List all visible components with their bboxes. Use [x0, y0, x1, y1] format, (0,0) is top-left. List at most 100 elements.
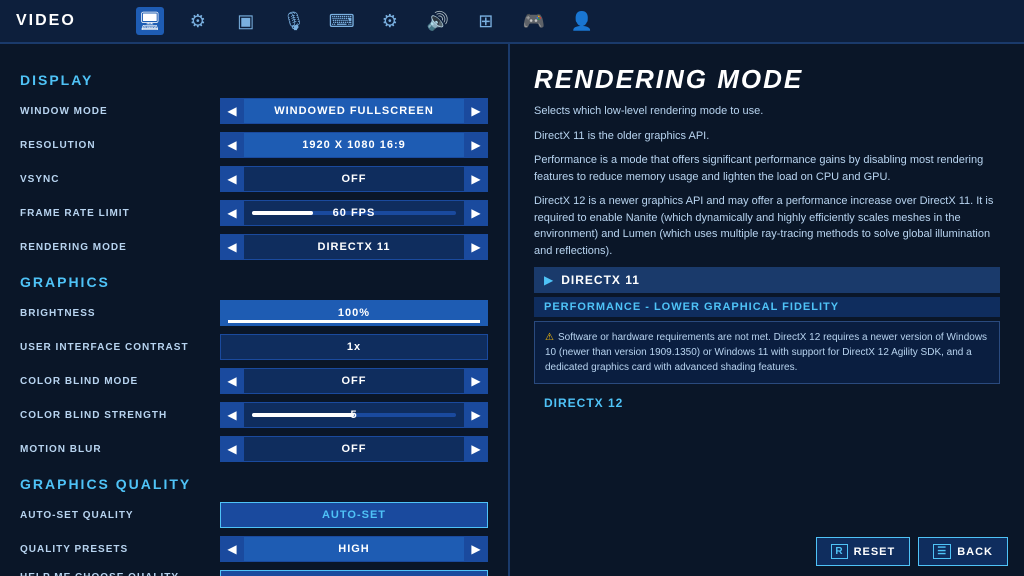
brightness-value: 100% — [338, 307, 370, 319]
window-mode-control: ◀ WINDOWED FULLSCREEN ▶ — [220, 98, 488, 124]
performance-sub-label: PERFORMANCE - LOWER GRAPHICAL FIDELITY — [534, 297, 1000, 317]
render-desc1: Selects which low-level rendering mode t… — [534, 103, 1000, 120]
window-mode-label: WINDOW MODE — [20, 106, 220, 117]
display-section-title: DISPLAY — [20, 72, 488, 88]
quality-section-title: GRAPHICS QUALITY — [20, 476, 488, 492]
resolution-label: RESOLUTION — [20, 140, 220, 151]
warning-icon: ⚠ — [545, 332, 554, 343]
ui-contrast-row: USER INTERFACE CONTRAST 1x — [20, 332, 488, 362]
reset-button[interactable]: R RESET — [816, 537, 910, 566]
render-desc4: DirectX 12 is a newer graphics API and m… — [534, 193, 1000, 259]
graphics-section-title: GRAPHICS — [20, 274, 488, 290]
directx11-arrow-icon: ▶ — [544, 273, 553, 287]
nav-icon-mic[interactable]: 🎙 — [280, 7, 308, 35]
render-desc3: Performance is a mode that offers signif… — [534, 152, 1000, 185]
window-mode-arrow-control: ◀ WINDOWED FULLSCREEN ▶ — [220, 98, 488, 124]
reset-label: RESET — [854, 546, 896, 558]
directx11-option[interactable]: ▶ DIRECTX 11 — [534, 267, 1000, 293]
motion-blur-label: MOTION BLUR — [20, 444, 220, 455]
resolution-control: ◀ 1920 X 1080 16:9 ▶ — [220, 132, 488, 158]
resolution-row: RESOLUTION ◀ 1920 X 1080 16:9 ▶ — [20, 130, 488, 160]
brightness-track — [228, 320, 480, 323]
quality-presets-next[interactable]: ▶ — [464, 536, 488, 562]
vsync-prev[interactable]: ◀ — [220, 166, 244, 192]
brightness-control: 100% — [220, 300, 488, 326]
help-choose-row: HELP ME CHOOSE QUALITY SETTINGS OPEN WEB… — [20, 568, 488, 576]
back-button[interactable]: ☰ BACK — [918, 537, 1008, 566]
frame-rate-next[interactable]: ▶ — [464, 200, 488, 226]
quality-presets-arrow: ◀ HIGH ▶ — [220, 536, 488, 562]
ui-contrast-value-display[interactable]: 1x — [220, 334, 488, 360]
resolution-prev[interactable]: ◀ — [220, 132, 244, 158]
colorblind-strength-label: COLOR BLIND STRENGTH — [20, 410, 220, 421]
colorblind-mode-value: OFF — [244, 368, 464, 394]
colorblind-strength-next[interactable]: ▶ — [464, 402, 488, 428]
vsync-value: OFF — [244, 166, 464, 192]
auto-set-row: AUTO-SET QUALITY AUTO-SET — [20, 500, 488, 530]
resolution-next[interactable]: ▶ — [464, 132, 488, 158]
brightness-label: BRIGHTNESS — [20, 308, 220, 319]
brightness-fill — [228, 320, 480, 323]
vsync-label: VSYNC — [20, 174, 220, 185]
frame-rate-label: FRAME RATE LIMIT — [20, 208, 220, 219]
vsync-next[interactable]: ▶ — [464, 166, 488, 192]
vsync-control: ◀ OFF ▶ — [220, 166, 488, 192]
nav-icon-profile[interactable]: 👤 — [568, 7, 596, 35]
frame-rate-row: FRAME RATE LIMIT ◀ 60 FPS ▶ — [20, 198, 488, 228]
main-layout: DISPLAY WINDOW MODE ◀ WINDOWED FULLSCREE… — [0, 44, 1024, 576]
left-panel: DISPLAY WINDOW MODE ◀ WINDOWED FULLSCREE… — [0, 44, 510, 576]
quality-presets-label: QUALITY PRESETS — [20, 544, 220, 555]
nav-icon-speaker[interactable]: 🔊 — [424, 7, 452, 35]
frame-rate-prev[interactable]: ◀ — [220, 200, 244, 226]
auto-set-label: AUTO-SET QUALITY — [20, 510, 220, 521]
open-website-button[interactable]: OPEN WEBSITE — [220, 570, 488, 576]
nav-icon-gamepad[interactable]: 🎮 — [520, 7, 548, 35]
ui-contrast-label: USER INTERFACE CONTRAST — [20, 342, 220, 353]
reset-icon: R — [831, 544, 847, 559]
auto-set-button[interactable]: AUTO-SET — [220, 502, 488, 528]
quality-presets-row: QUALITY PRESETS ◀ HIGH ▶ — [20, 534, 488, 564]
render-desc2: DirectX 11 is the older graphics API. — [534, 128, 1000, 145]
colorblind-strength-control: ◀ 5 ▶ — [220, 402, 488, 428]
page-title: VIDEO — [16, 12, 76, 30]
nav-icon-gear[interactable]: ⚙ — [184, 7, 212, 35]
nav-icon-monitor[interactable]: 🖥 — [136, 7, 164, 35]
colorblind-strength-prev[interactable]: ◀ — [220, 402, 244, 428]
vsync-row: VSYNC ◀ OFF ▶ — [20, 164, 488, 194]
right-panel: RENDERING MODE Selects which low-level r… — [510, 44, 1024, 576]
colorblind-strength-row: COLOR BLIND STRENGTH ◀ 5 ▶ — [20, 400, 488, 430]
motion-blur-control: ◀ OFF ▶ — [220, 436, 488, 462]
motion-blur-row: MOTION BLUR ◀ OFF ▶ — [20, 434, 488, 464]
quality-presets-control: ◀ HIGH ▶ — [220, 536, 488, 562]
colorblind-mode-row: COLOR BLIND MODE ◀ OFF ▶ — [20, 366, 488, 396]
colorblind-strength-slider: ◀ 5 ▶ — [220, 402, 488, 428]
colorblind-mode-label: COLOR BLIND MODE — [20, 376, 220, 387]
frame-rate-value: 60 FPS — [244, 207, 464, 219]
brightness-slider[interactable]: 100% — [220, 300, 488, 326]
colorblind-mode-prev[interactable]: ◀ — [220, 368, 244, 394]
resolution-value: 1920 X 1080 16:9 — [244, 132, 464, 158]
help-choose-label: HELP ME CHOOSE QUALITY SETTINGS — [20, 572, 220, 576]
quality-presets-value: HIGH — [244, 536, 464, 562]
rendering-mode-prev[interactable]: ◀ — [220, 234, 244, 260]
window-mode-row: WINDOW MODE ◀ WINDOWED FULLSCREEN ▶ — [20, 96, 488, 126]
rendering-mode-next[interactable]: ▶ — [464, 234, 488, 260]
colorblind-mode-next[interactable]: ▶ — [464, 368, 488, 394]
rendering-mode-value: DIRECTX 11 — [244, 234, 464, 260]
motion-blur-prev[interactable]: ◀ — [220, 436, 244, 462]
window-mode-prev[interactable]: ◀ — [220, 98, 244, 124]
ui-contrast-control: 1x — [220, 334, 488, 360]
ui-contrast-value: 1x — [347, 341, 361, 353]
warning-box: ⚠Software or hardware requirements are n… — [534, 321, 1000, 384]
nav-icon-keyboard[interactable]: ⌨ — [328, 7, 356, 35]
motion-blur-next[interactable]: ▶ — [464, 436, 488, 462]
nav-icon-network[interactable]: ⊞ — [472, 7, 500, 35]
directx11-text: DIRECTX 11 — [561, 273, 640, 287]
colorblind-mode-arrow: ◀ OFF ▶ — [220, 368, 488, 394]
nav-icon-display[interactable]: ▣ — [232, 7, 260, 35]
window-mode-next[interactable]: ▶ — [464, 98, 488, 124]
directx12-option[interactable]: DIRECTX 12 — [534, 392, 1000, 414]
nav-icon-controller[interactable]: ⚙ — [376, 7, 404, 35]
quality-presets-prev[interactable]: ◀ — [220, 536, 244, 562]
brightness-row: BRIGHTNESS 100% — [20, 298, 488, 328]
